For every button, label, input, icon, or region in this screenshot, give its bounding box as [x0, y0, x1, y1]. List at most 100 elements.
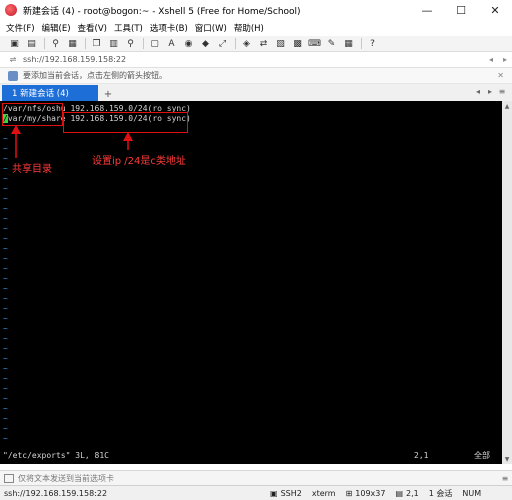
title-bar: 新建会话 (4) - root@bogon:~ - Xshell 5 (Free… [0, 0, 512, 20]
tab-bar: 1 新建会话 (4) + ◂ ▸ ≡ [0, 84, 512, 101]
shared-dir-annotation: 共享目录 [12, 164, 52, 175]
font-icon[interactable]: A [165, 38, 178, 50]
vim-empty-line: ~ [3, 174, 8, 183]
vim-view-all: 全部 [474, 451, 490, 460]
scroll-down-icon[interactable]: ▼ [502, 454, 512, 464]
vim-empty-line: ~ [3, 194, 8, 203]
tab-prev-icon[interactable]: ◂ [472, 87, 484, 96]
tab-menu-icon[interactable]: ≡ [496, 87, 508, 96]
status-terminal: xterm [312, 489, 336, 498]
tab-session-active[interactable]: 1 新建会话 (4) [2, 85, 98, 101]
address-text[interactable]: ssh://192.168.159.158:22 [23, 55, 484, 64]
vim-empty-line: ~ [3, 264, 8, 273]
status-bar: ssh://192.168.159.158:22 ▣ SSH2 xterm ⊞ 10… [0, 485, 512, 500]
address-next-icon[interactable]: ▸ [498, 55, 512, 64]
menu-tools[interactable]: 工具(T) [114, 22, 143, 34]
lock-icon[interactable]: ▩ [291, 38, 304, 50]
toolbar-separator [85, 38, 86, 49]
menu-view[interactable]: 查看(V) [78, 22, 107, 34]
menu-window[interactable]: 窗口(W) [195, 22, 227, 34]
vim-empty-line: ~ [3, 304, 8, 313]
vim-empty-line: ~ [3, 334, 8, 343]
close-button[interactable]: ✕ [478, 0, 512, 20]
status-sessions: 1 会话 [429, 488, 453, 499]
size-icon: ⊞ [345, 488, 353, 498]
vim-empty-line: ~ [3, 204, 8, 213]
maximize-button[interactable]: ☐ [444, 0, 478, 20]
copy-icon[interactable]: ❐ [90, 38, 103, 50]
vim-empty-line: ~ [3, 184, 8, 193]
status-size: ⊞ 109x37 [346, 489, 386, 498]
vim-empty-line: ~ [3, 224, 8, 233]
address-prev-icon[interactable]: ◂ [484, 55, 498, 64]
add-tab-icon[interactable]: + [101, 87, 115, 101]
vim-file-status: "/etc/exports" 3L, 81C [3, 451, 109, 460]
keyboard-icon[interactable]: ⌨ [308, 38, 321, 50]
toolbar: ▣ ▤ ⚲ ▦ ❐ ▥ ⚲ ▢ A ◉ ◆ ⤢ ◈ ⇄ ▧ ▩ ⌨ ✎ ▦ ? [0, 36, 512, 52]
xftp-icon[interactable]: ◈ [240, 38, 253, 50]
vim-empty-line: ~ [3, 424, 8, 433]
vim-empty-line: ~ [3, 374, 8, 383]
vim-empty-line: ~ [3, 314, 8, 323]
menu-edit[interactable]: 编辑(E) [42, 22, 71, 34]
expand-icon[interactable]: ⤢ [216, 38, 229, 50]
lock-icon: ▣ [270, 488, 278, 498]
compose-menu-icon[interactable]: ≡ [498, 474, 512, 483]
properties-icon[interactable]: ▦ [66, 38, 79, 50]
fullscreen-icon[interactable]: ▢ [148, 38, 161, 50]
color-icon[interactable]: ◆ [199, 38, 212, 50]
xshell-app-icon [5, 4, 17, 16]
menu-tabs[interactable]: 选项卡(B) [150, 22, 188, 34]
vim-empty-line: ~ [3, 324, 8, 333]
status-num-text: NUM [462, 488, 482, 498]
hint-bar: 要添加当前会话，点击左侧的箭头按钮。 ✕ [0, 68, 512, 84]
status-connection: ssh://192.168.159.158:22 [4, 488, 108, 498]
find-icon[interactable]: ⚲ [124, 38, 137, 50]
vim-cursor-position: 2,1 [414, 451, 429, 460]
vim-empty-line: ~ [3, 244, 8, 253]
layout-icon[interactable]: ▦ [342, 38, 355, 50]
paste-icon[interactable]: ▥ [107, 38, 120, 50]
toolbar-separator [361, 38, 362, 49]
rule-highlight-box [63, 112, 188, 133]
vim-empty-line: ~ [3, 344, 8, 353]
compose-bar: 仅将文本发送到当前选项卡 ≡ [0, 470, 512, 485]
hint-icon[interactable] [8, 70, 18, 81]
toolbar-separator [235, 38, 236, 49]
window-title: 新建会话 (4) - root@bogon:~ - Xshell 5 (Free… [23, 6, 301, 17]
menu-help[interactable]: 帮助(H) [234, 22, 264, 34]
address-bar: ⇌ ssh://192.168.159.158:22 ◂ ▸ [0, 52, 512, 68]
menu-file[interactable]: 文件(F) [6, 22, 35, 34]
scroll-up-icon[interactable]: ▲ [502, 101, 512, 111]
menu-bar: 文件(F) 编辑(E) 查看(V) 工具(T) 选项卡(B) 窗口(W) 帮助(… [0, 20, 512, 36]
tab-navigation: ◂ ▸ ≡ [472, 87, 508, 96]
vim-empty-line: ~ [3, 404, 8, 413]
script-icon[interactable]: ▧ [274, 38, 287, 50]
globe-icon[interactable]: ◉ [182, 38, 195, 50]
vim-empty-line: ~ [3, 134, 8, 143]
minimize-button[interactable]: — [410, 0, 444, 20]
path-highlight-box [2, 103, 63, 126]
vim-empty-line: ~ [3, 294, 8, 303]
tab-next-icon[interactable]: ▸ [484, 87, 496, 96]
address-icon: ⇌ [9, 55, 17, 64]
vim-empty-line: ~ [3, 384, 8, 393]
status-cursor-text: 2,1 [406, 488, 419, 498]
new-session-icon[interactable]: ▣ [8, 38, 21, 50]
vim-empty-line: ~ [3, 164, 8, 173]
help-icon[interactable]: ? [366, 38, 379, 50]
link-icon[interactable]: ⚲ [49, 38, 62, 50]
status-protocol: ▣ SSH2 [270, 489, 302, 498]
status-terminal-text: xterm [311, 488, 336, 498]
open-folder-icon[interactable]: ▤ [25, 38, 38, 50]
compose-input[interactable]: 仅将文本发送到当前选项卡 [18, 473, 498, 484]
compose-icon[interactable]: ✎ [325, 38, 338, 50]
status-num: NUM [462, 489, 481, 498]
hint-close-icon[interactable]: ✕ [497, 71, 504, 80]
transfer-icon[interactable]: ⇄ [257, 38, 270, 50]
window-controls: — ☐ ✕ [410, 0, 512, 20]
terminal-area[interactable]: /var/nfs/oshu 192.168.159.0/24(ro sync) … [0, 101, 502, 464]
terminal-scrollbar[interactable]: ▲ ▼ [502, 101, 512, 464]
vim-empty-line: ~ [3, 154, 8, 163]
vim-empty-line: ~ [3, 364, 8, 373]
